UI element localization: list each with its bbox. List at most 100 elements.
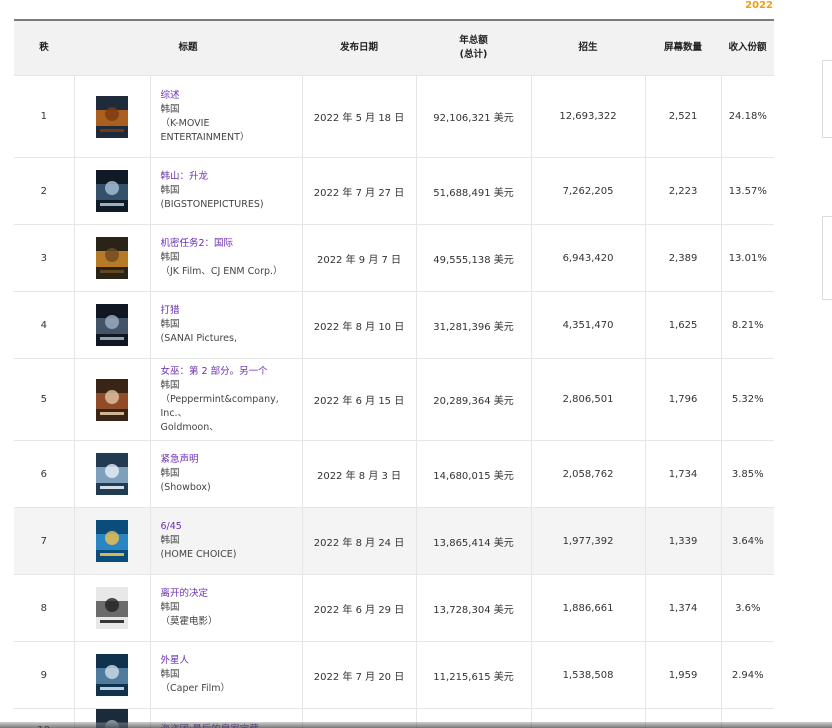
movie-title-link[interactable]: 女巫：第 2 部分。另一个: [161, 365, 298, 379]
rank-cell: 3: [14, 224, 75, 292]
poster-thumbnail[interactable]: [96, 304, 128, 346]
poster-thumbnail[interactable]: [96, 170, 128, 212]
gross-cell: 31,281,396 美元: [416, 291, 532, 359]
admissions-cell: 2,058,762: [531, 440, 646, 508]
share-cell: 3.85%: [721, 440, 775, 508]
share-cell: 13.57%: [721, 157, 775, 225]
country-text: 韩国: [160, 535, 180, 546]
release-date-cell: 2022 年 7 月 20 日: [302, 641, 417, 709]
screens-cell: 1,374: [645, 574, 722, 642]
country-text: 韩国: [160, 602, 180, 613]
table-row: 7 6/45 韩国 (HOME CHOICE) 2022 年 8 月 24 日 …: [14, 507, 775, 575]
poster-thumbnail[interactable]: [96, 378, 128, 421]
col-header-release[interactable]: 发布日期: [302, 21, 417, 76]
poster-thumbnail[interactable]: [96, 95, 128, 138]
share-cell: 13.01%: [721, 224, 775, 292]
rank-cell: 4: [14, 291, 75, 359]
col-header-gross-line1: 年总额: [459, 35, 488, 46]
country-text: 韩国: [160, 185, 180, 196]
poster-cell: [74, 507, 151, 575]
screens-cell: 2,389: [645, 224, 722, 292]
poster-cell: [74, 157, 151, 225]
movie-title-link[interactable]: 韩山：升龙: [161, 170, 298, 184]
title-cell: 外星人 韩国 （Caper Film）: [150, 641, 303, 709]
title-cell: 韩山：升龙 韩国 (BIGSTONEPICTURES): [150, 157, 303, 225]
year-label[interactable]: 2022: [745, 0, 773, 11]
release-date-cell: 2022 年 9 月 7 日: [302, 224, 417, 292]
poster-thumbnail[interactable]: [96, 237, 128, 279]
share-cell: 3.6%: [721, 574, 775, 642]
admissions-cell: 1,538,508: [531, 641, 646, 709]
title-cell: 打猎 韩国 (SANAI Pictures,: [150, 291, 303, 359]
rank-cell: 2: [14, 157, 75, 225]
table-row: 9 外星人 韩国 （Caper Film） 2022 年 7 月 20 日 11…: [14, 641, 775, 709]
movie-title-link[interactable]: 紧急声明: [161, 453, 298, 467]
movie-title-link[interactable]: 外星人: [161, 654, 298, 668]
table-row: 4 打猎 韩国 (SANAI Pictures, 2022 年 8 月 10 日…: [14, 291, 775, 359]
release-date-cell: 2022 年 7 月 27 日: [302, 157, 417, 225]
screens-cell: 2,521: [645, 75, 722, 158]
country-text: 韩国: [160, 468, 180, 479]
gross-cell: 20,289,364 美元: [416, 358, 532, 441]
movie-title-link[interactable]: 综述: [161, 89, 298, 103]
screens-cell: 2,223: [645, 157, 722, 225]
poster-cell: [74, 440, 151, 508]
table-body: 1 综述 韩国 （K-MOVIE ENTERTAINMENT） 2022 年 5 …: [14, 75, 775, 728]
poster-cell: [74, 224, 151, 292]
country-text: 韩国: [160, 669, 180, 680]
poster-thumbnail[interactable]: [96, 453, 128, 495]
share-cell: 2.94%: [721, 641, 775, 709]
col-header-share[interactable]: 收入份额: [721, 21, 775, 76]
title-cell: 紧急声明 韩国 (Showbox): [150, 440, 303, 508]
poster-thumbnail[interactable]: [96, 520, 128, 562]
title-cell: 综述 韩国 （K-MOVIE ENTERTAINMENT）: [150, 75, 303, 158]
table-row: 8 离开的决定 韩国 （莫霍电影） 2022 年 6 月 29 日 13,728…: [14, 574, 775, 642]
distributor-text: （Peppermint&company, Inc.、: [160, 393, 279, 419]
poster-thumbnail[interactable]: [96, 587, 128, 629]
rank-cell: 1: [14, 75, 75, 158]
bottom-scroll-edge: [0, 722, 832, 728]
gross-cell: 13,728,304 美元: [416, 574, 532, 642]
gross-cell: 13,865,414 美元: [416, 507, 532, 575]
distributor-text: (SANAI Pictures,: [160, 333, 237, 344]
table-row: 2 韩山：升龙 韩国 (BIGSTONEPICTURES) 2022 年 7 月…: [14, 157, 775, 225]
admissions-cell: 2,806,501: [531, 358, 646, 441]
screens-cell: 1,796: [645, 358, 722, 441]
release-date-cell: 2022 年 5 月 18 日: [302, 75, 417, 158]
box-office-table: 秩 标题 发布日期 年总额 (总计) 招生 屏幕数量 收入份额 1 综述 韩国 …: [14, 21, 775, 728]
poster-cell: [74, 574, 151, 642]
side-panel-fragment: [822, 60, 832, 138]
rank-cell: 6: [14, 440, 75, 508]
col-header-admissions[interactable]: 招生: [531, 21, 646, 76]
release-date-cell: 2022 年 8 月 10 日: [302, 291, 417, 359]
distributor-text: (Showbox): [160, 482, 211, 493]
distributor-text: ENTERTAINMENT）: [160, 131, 250, 143]
col-header-title[interactable]: 标题: [74, 21, 303, 76]
title-cell: 离开的决定 韩国 （莫霍电影）: [150, 574, 303, 642]
share-cell: 8.21%: [721, 291, 775, 359]
movie-title-link[interactable]: 离开的决定: [161, 587, 298, 601]
movie-title-link[interactable]: 6/45: [161, 520, 298, 534]
side-panel-fragment: [822, 216, 832, 300]
gross-cell: 51,688,491 美元: [416, 157, 532, 225]
country-text: 韩国: [160, 103, 180, 115]
movie-title-link[interactable]: 打猎: [161, 304, 298, 318]
col-header-rank[interactable]: 秩: [14, 21, 74, 76]
col-header-gross[interactable]: 年总额 (总计): [416, 21, 532, 76]
admissions-cell: 1,977,392: [531, 507, 646, 575]
rank-cell: 8: [14, 574, 75, 642]
release-date-cell: 2022 年 8 月 24 日: [302, 507, 417, 575]
col-header-screens[interactable]: 屏幕数量: [645, 21, 722, 76]
share-cell: 3.64%: [721, 507, 775, 575]
gross-cell: 49,555,138 美元: [416, 224, 532, 292]
distributor-text: Goldmoon、: [160, 421, 219, 433]
gross-cell: 92,106,321 美元: [416, 75, 532, 158]
title-cell: 6/45 韩国 (HOME CHOICE): [150, 507, 303, 575]
table-row: 6 紧急声明 韩国 (Showbox) 2022 年 8 月 3 日 14,68…: [14, 440, 775, 508]
admissions-cell: 7,262,205: [531, 157, 646, 225]
table-header-row: 秩 标题 发布日期 年总额 (总计) 招生 屏幕数量 收入份额: [14, 21, 775, 76]
gross-cell: 14,680,015 美元: [416, 440, 532, 508]
poster-thumbnail[interactable]: [96, 654, 128, 696]
movie-title-link[interactable]: 机密任务2：国际: [161, 237, 298, 251]
poster-cell: [74, 358, 151, 441]
